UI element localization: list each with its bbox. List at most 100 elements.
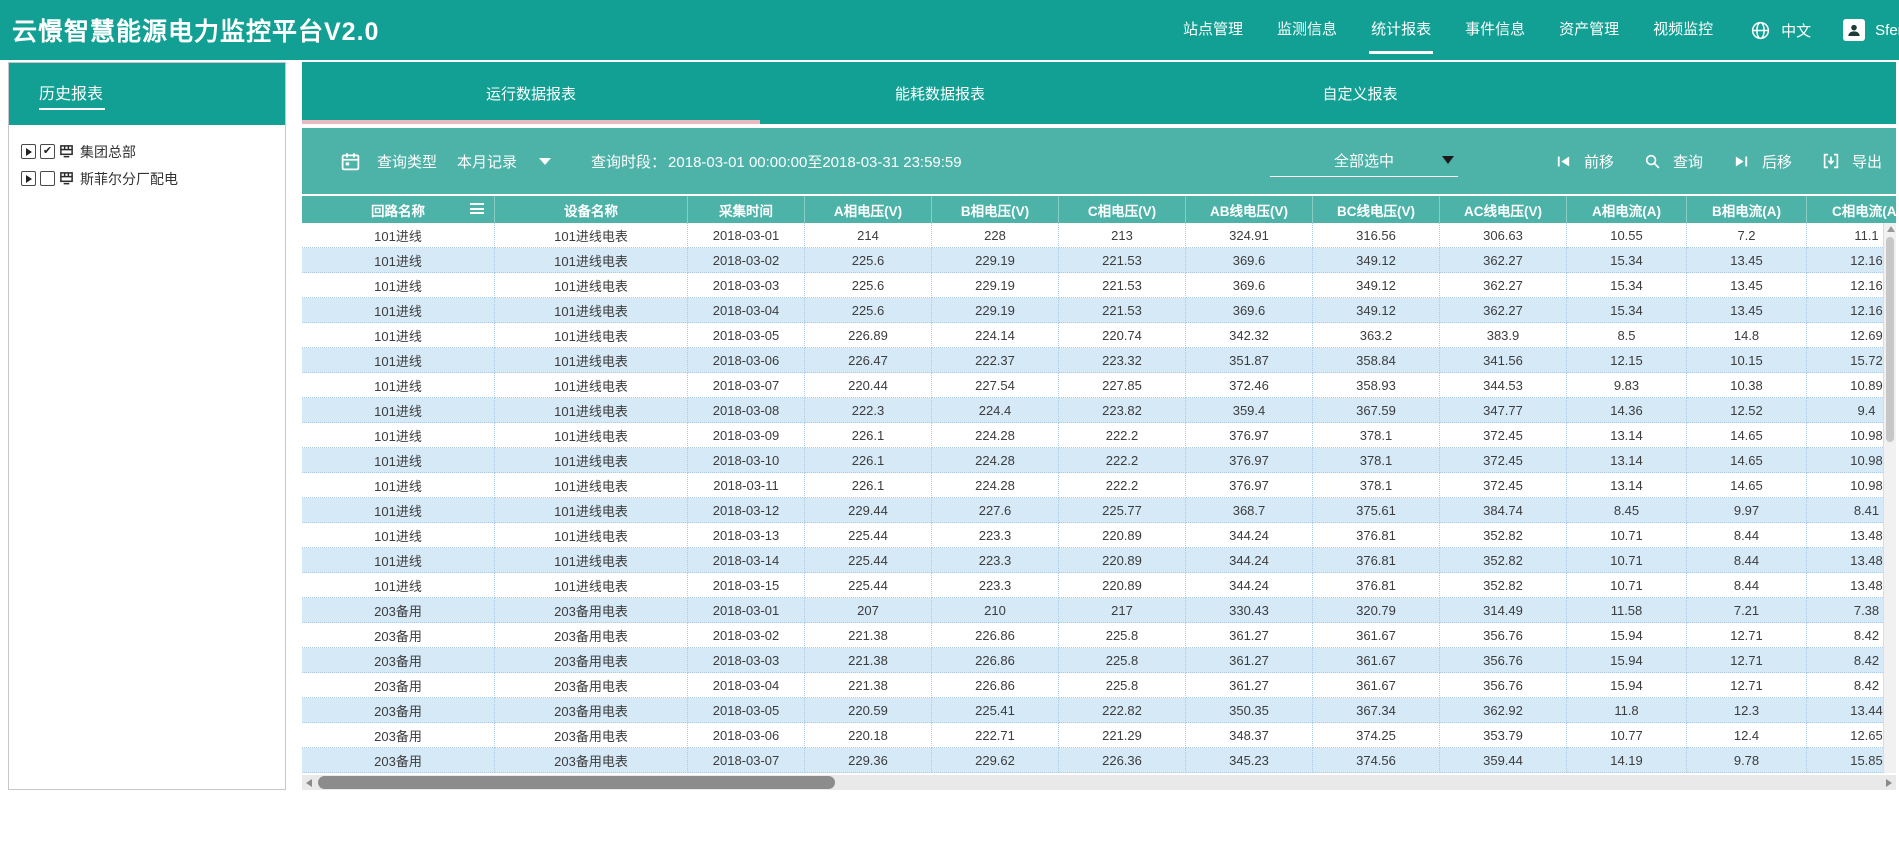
header-cell[interactable]: 回路名称 [302, 196, 495, 223]
table-row[interactable]: 203备用203备用电表2018-03-03221.38226.86225.83… [302, 648, 1896, 673]
header-cell[interactable]: BC线电压(V) [1313, 196, 1440, 223]
table-cell: 10.15 [1687, 348, 1807, 373]
table-row[interactable]: 101进线101进线电表2018-03-04225.6229.19221.533… [302, 298, 1896, 323]
table-cell: 14.36 [1567, 398, 1687, 423]
table-cell: 15.94 [1567, 623, 1687, 648]
header-cell[interactable]: AB线电压(V) [1186, 196, 1313, 223]
header-cell[interactable]: B相电压(V) [932, 196, 1059, 223]
table-cell: 229.36 [805, 748, 932, 773]
table-row[interactable]: 101进线101进线电表2018-03-08222.3224.4223.8235… [302, 398, 1896, 423]
table-row[interactable]: 203备用203备用电表2018-03-07229.36229.62226.36… [302, 748, 1896, 773]
table-row[interactable]: 101进线101进线电表2018-03-06226.47222.37223.32… [302, 348, 1896, 373]
table-cell: 2018-03-03 [688, 273, 805, 298]
scroll-right-icon[interactable] [1886, 779, 1892, 787]
search-button-label: 查询 [1673, 151, 1703, 172]
calendar-icon[interactable] [340, 151, 361, 172]
table-row[interactable]: 101进线101进线电表2018-03-14225.44223.3220.893… [302, 548, 1896, 573]
language-label[interactable]: 中文 [1781, 20, 1811, 41]
tab-1[interactable]: 运行数据报表 [302, 62, 760, 124]
table-cell: 2018-03-07 [688, 748, 805, 773]
table-row[interactable]: 203备用203备用电表2018-03-01207210217330.43320… [302, 598, 1896, 623]
header-cell[interactable]: 采集时间 [688, 196, 805, 223]
station-select-arrow-icon[interactable] [1442, 156, 1454, 164]
checkbox[interactable]: ✔ [40, 144, 55, 159]
table-cell: 203备用电表 [495, 623, 688, 648]
header-cell[interactable]: A相电流(A) [1567, 196, 1687, 223]
table-row[interactable]: 101进线101进线电表2018-03-12229.44227.6225.773… [302, 498, 1896, 523]
table-row[interactable]: 101进线101进线电表2018-03-13225.44223.3220.893… [302, 523, 1896, 548]
nav-item-1[interactable]: 站点管理 [1173, 0, 1253, 60]
table-row[interactable]: 101进线101进线电表2018-03-10226.1224.28222.237… [302, 448, 1896, 473]
nav-item-2[interactable]: 监测信息 [1267, 0, 1347, 60]
header-cell[interactable]: AC线电压(V) [1440, 196, 1567, 223]
table-row[interactable]: 101进线101进线电表2018-03-15225.44223.3220.893… [302, 573, 1896, 598]
query-period-value[interactable]: 2018-03-01 00:00:00至2018-03-31 23:59:59 [668, 151, 962, 172]
table-row[interactable]: 101进线101进线电表2018-03-07220.44227.54227.85… [302, 373, 1896, 398]
header-label: A相电压(V) [834, 200, 902, 220]
table-cell: 220.44 [805, 373, 932, 398]
nav-item-6[interactable]: 视频监控 [1643, 0, 1723, 60]
table-row[interactable]: 101进线101进线电表2018-03-05226.89224.14220.74… [302, 323, 1896, 348]
table-cell: 226.1 [805, 448, 932, 473]
table-row[interactable]: 203备用203备用电表2018-03-04221.38226.86225.83… [302, 673, 1896, 698]
checkbox[interactable] [40, 171, 55, 186]
header-cell[interactable]: C相电压(V) [1059, 196, 1186, 223]
query-type-dropdown-icon[interactable] [539, 158, 551, 165]
table-cell: 372.46 [1186, 373, 1313, 398]
table-cell: 8.45 [1567, 498, 1687, 523]
table-cell: 330.43 [1186, 598, 1313, 623]
table-row[interactable]: 101进线101进线电表2018-03-11226.1224.28222.237… [302, 473, 1896, 498]
tree-item[interactable]: ✔集团总部 [21, 138, 285, 165]
table-cell: 10.71 [1567, 548, 1687, 573]
next-button-label: 后移 [1762, 151, 1792, 172]
table-row[interactable]: 101进线101进线电表2018-03-01214228213324.91316… [302, 223, 1896, 248]
table-cell: 376.97 [1186, 423, 1313, 448]
header-cell[interactable]: A相电压(V) [805, 196, 932, 223]
user-name[interactable]: Sfere [1875, 22, 1899, 39]
tab-2[interactable]: 能耗数据报表 [760, 62, 1120, 124]
query-type-value[interactable]: 本月记录 [457, 151, 517, 172]
header-cell[interactable]: 设备名称 [495, 196, 688, 223]
table-cell: 203备用 [302, 698, 495, 723]
scroll-up-icon[interactable] [1887, 226, 1895, 232]
prev-button[interactable]: 前移 [1555, 151, 1614, 172]
globe-icon[interactable] [1750, 20, 1771, 41]
scroll-left-icon[interactable] [306, 779, 312, 787]
table-cell: 2018-03-13 [688, 523, 805, 548]
export-button[interactable]: 导出 [1822, 151, 1882, 172]
table-cell: 101进线电表 [495, 498, 688, 523]
table-row[interactable]: 203备用203备用电表2018-03-05220.59225.41222.82… [302, 698, 1896, 723]
header-cell[interactable]: B相电流(A) [1687, 196, 1807, 223]
table-cell: 221.38 [805, 673, 932, 698]
table-row[interactable]: 203备用203备用电表2018-03-06220.18222.71221.29… [302, 723, 1896, 748]
vertical-scrollbar[interactable] [1883, 223, 1896, 773]
table-cell: 101进线电表 [495, 373, 688, 398]
report-tabs: 运行数据报表能耗数据报表自定义报表 [302, 62, 1896, 124]
expander-icon[interactable] [21, 144, 36, 159]
table-row[interactable]: 101进线101进线电表2018-03-09226.1224.28222.237… [302, 423, 1896, 448]
sidebar-header: 历史报表 [9, 63, 285, 125]
nav-item-5[interactable]: 资产管理 [1549, 0, 1629, 60]
table-row[interactable]: 101进线101进线电表2018-03-02225.6229.19221.533… [302, 248, 1896, 273]
nav-item-3[interactable]: 统计报表 [1361, 0, 1441, 60]
station-select[interactable]: 全部选中 [1270, 144, 1458, 177]
horizontal-scrollbar[interactable] [302, 775, 1896, 790]
query-type-label: 查询类型 [377, 151, 437, 172]
search-button[interactable]: 查询 [1644, 151, 1703, 172]
table-cell: 378.1 [1313, 473, 1440, 498]
expander-icon[interactable] [21, 171, 36, 186]
tree-item[interactable]: 斯菲尔分厂配电 [21, 165, 285, 192]
column-menu-icon[interactable] [470, 203, 484, 217]
table-cell: 7.21 [1687, 598, 1807, 623]
next-button[interactable]: 后移 [1733, 151, 1792, 172]
header-cell[interactable]: C相电流(A) [1807, 196, 1896, 223]
user-avatar-icon[interactable] [1843, 19, 1865, 41]
horizontal-scroll-thumb[interactable] [318, 776, 835, 789]
table-cell: 14.65 [1687, 473, 1807, 498]
vertical-scroll-thumb[interactable] [1886, 237, 1894, 442]
table-row[interactable]: 203备用203备用电表2018-03-02221.38226.86225.83… [302, 623, 1896, 648]
nav-item-4[interactable]: 事件信息 [1455, 0, 1535, 60]
table-cell: 203备用 [302, 648, 495, 673]
table-row[interactable]: 101进线101进线电表2018-03-03225.6229.19221.533… [302, 273, 1896, 298]
tab-3[interactable]: 自定义报表 [1120, 62, 1600, 124]
